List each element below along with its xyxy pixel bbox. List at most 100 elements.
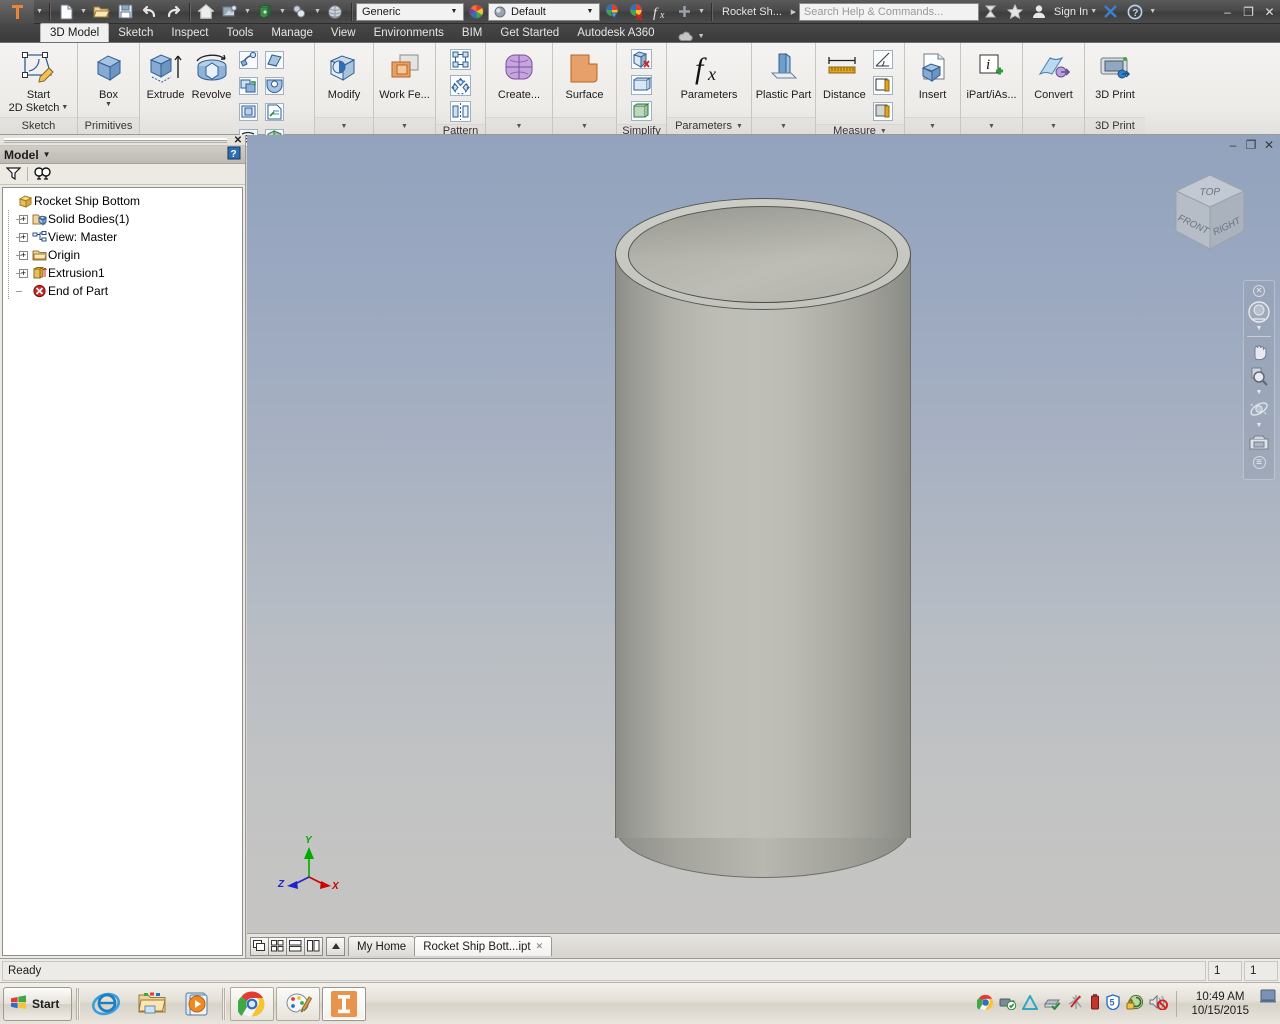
qat-caret-icon[interactable]: ▼ [696, 8, 707, 15]
zoom-caret-icon[interactable]: ▼ [1256, 388, 1263, 397]
sweep-icon[interactable] [235, 47, 261, 73]
exchange-apps-icon[interactable] [1099, 1, 1123, 23]
tab-bim[interactable]: BIM [453, 23, 491, 42]
network-ok-icon[interactable] [1043, 995, 1062, 1013]
panel-label-parameters[interactable]: Parameters ▼ [667, 117, 751, 134]
modify-button[interactable]: Modify [322, 46, 366, 101]
material-combo[interactable]: Generic ▼ [356, 3, 464, 21]
create-freeform-button[interactable]: Create... [494, 46, 544, 101]
help-icon[interactable]: ? [227, 146, 241, 163]
panel-label-plastic-part[interactable]: ▼ [752, 117, 815, 134]
parameters-button[interactable]: f x Parameters [677, 46, 742, 101]
help-caret-icon[interactable]: ▼ [1147, 8, 1158, 15]
shrinkwrap-substitute-icon[interactable] [629, 98, 655, 124]
file-explorer-icon[interactable] [130, 987, 174, 1021]
tab-environments[interactable]: Environments [365, 23, 453, 42]
panel-label-work-features[interactable]: ▼ [374, 117, 435, 134]
modify-panel-caret-icon[interactable]: ▼ [341, 123, 348, 130]
loop-measure-icon[interactable] [870, 72, 896, 98]
navbar-close-button[interactable]: ✕ [1253, 285, 1265, 297]
appearance-caret-icon[interactable]: ▼ [242, 8, 253, 15]
panel-label-insert[interactable]: ▼ [905, 117, 960, 134]
material-color-wheel-icon[interactable] [464, 1, 488, 23]
save-document-button[interactable] [113, 1, 137, 23]
select-button[interactable] [288, 1, 312, 23]
new-document-button[interactable] [54, 1, 78, 23]
start-button[interactable]: Start [3, 987, 72, 1021]
mirror-icon[interactable] [448, 98, 474, 124]
new-document-caret-icon[interactable]: ▼ [78, 8, 89, 15]
remove-details-icon[interactable] [629, 46, 655, 72]
tile-horizontal-icon[interactable] [286, 937, 305, 956]
revolve-button[interactable]: Revolve [188, 46, 235, 101]
sign-in-label[interactable]: Sign In [1051, 6, 1088, 18]
surface-panel-caret-icon[interactable]: ▼ [581, 123, 588, 130]
doc-close-button[interactable]: ✕ [1262, 138, 1276, 152]
loft-icon[interactable] [261, 47, 287, 73]
volume-muted-icon[interactable] [1149, 994, 1168, 1013]
parameters-panel-caret-icon[interactable]: ▼ [736, 123, 743, 130]
navbar-menu-button[interactable]: ≡ [1253, 456, 1266, 469]
tile-vertical-icon[interactable] [304, 937, 323, 956]
measure-panel-caret-icon[interactable]: ▼ [880, 128, 887, 135]
box-primitive-button[interactable]: Box ▼ [87, 46, 131, 108]
security-shield-icon[interactable]: 5 [1105, 994, 1121, 1013]
show-desktop-button[interactable] [1260, 989, 1276, 1019]
doc-restore-button[interactable]: ❐ [1244, 138, 1258, 152]
usb-safely-remove-icon[interactable] [999, 994, 1017, 1013]
autodesk-inventor-icon[interactable] [322, 987, 366, 1021]
tree-node-view-master[interactable]: + View: Master [13, 228, 240, 246]
tab-sketch[interactable]: Sketch [109, 23, 162, 42]
tab-my-home[interactable]: My Home [348, 936, 415, 956]
zoom-icon[interactable] [1245, 364, 1273, 388]
cylinder-model[interactable] [615, 198, 911, 878]
ipart-panel-caret-icon[interactable]: ▼ [988, 123, 995, 130]
emboss-icon[interactable] [261, 73, 287, 99]
cloud-status-button[interactable]: ▼ [678, 31, 707, 42]
plastic-part-button[interactable]: Plastic Part [755, 46, 812, 101]
bluetooth-off-icon[interactable] [1067, 994, 1085, 1013]
start-2d-sketch-button[interactable]: Start 2D Sketch ▼ [5, 46, 73, 114]
tab-view[interactable]: View [322, 23, 365, 42]
backup-lock-icon[interactable] [1126, 994, 1144, 1013]
area-measure-icon[interactable] [870, 98, 896, 124]
panel-label-ipart[interactable]: ▼ [961, 117, 1022, 134]
taskbar-clock[interactable]: 10:49 AM 10/15/2015 [1185, 990, 1255, 1018]
window-minimize-button[interactable]: – [1217, 1, 1238, 23]
tree-node-root[interactable]: Rocket Ship Bottom [5, 192, 240, 210]
redo-button[interactable] [161, 1, 185, 23]
sign-in-caret-icon[interactable]: ▼ [1088, 8, 1099, 15]
help-icon[interactable]: ? [1123, 1, 1147, 23]
cloud-caret-icon[interactable]: ▼ [696, 33, 707, 40]
tree-node-solid-bodies[interactable]: + Solid Bodies(1) [13, 210, 240, 228]
steering-wheel-icon[interactable] [1245, 300, 1273, 324]
orbit-caret-icon[interactable]: ▼ [1256, 421, 1263, 430]
steering-wheel-caret-icon[interactable]: ▼ [1256, 324, 1263, 333]
tile-windows-icon[interactable] [268, 937, 287, 956]
find-icon[interactable] [34, 166, 51, 183]
cascade-windows-icon[interactable] [250, 937, 269, 956]
box-primitive-caret-icon[interactable]: ▼ [105, 101, 112, 108]
graphics-window[interactable]: – ❐ ✕ Y X Z [247, 135, 1280, 958]
clear-appearance-icon[interactable] [624, 1, 648, 23]
insert-panel-caret-icon[interactable]: ▼ [929, 123, 936, 130]
parameters-fx-quick-icon[interactable]: fx [648, 1, 672, 23]
application-menu-button[interactable] [0, 0, 34, 24]
extrude-button[interactable]: Extrude [143, 46, 188, 101]
material-caret-icon[interactable]: ▼ [277, 8, 288, 15]
shrinkwrap-icon[interactable] [629, 72, 655, 98]
help-search-icon[interactable] [979, 1, 1003, 23]
insert-button[interactable]: Insert [911, 46, 955, 101]
angle-measure-icon[interactable] [870, 46, 896, 72]
distance-measure-button[interactable]: Distance [819, 46, 870, 101]
favorites-star-icon[interactable] [1003, 1, 1027, 23]
tab-tools[interactable]: Tools [217, 23, 262, 42]
surface-button[interactable]: Surface [562, 46, 608, 101]
tree-node-origin[interactable]: + Origin [13, 246, 240, 264]
model-tree[interactable]: Rocket Ship Bottom + Solid Bodies(1) + [2, 187, 243, 956]
orbit-icon[interactable] [1245, 397, 1273, 421]
user-account-icon[interactable] [1027, 1, 1051, 23]
document-list-caret-icon[interactable]: ▶ [788, 8, 799, 16]
internet-explorer-icon[interactable] [84, 987, 128, 1021]
visual-style-button[interactable] [323, 1, 347, 23]
